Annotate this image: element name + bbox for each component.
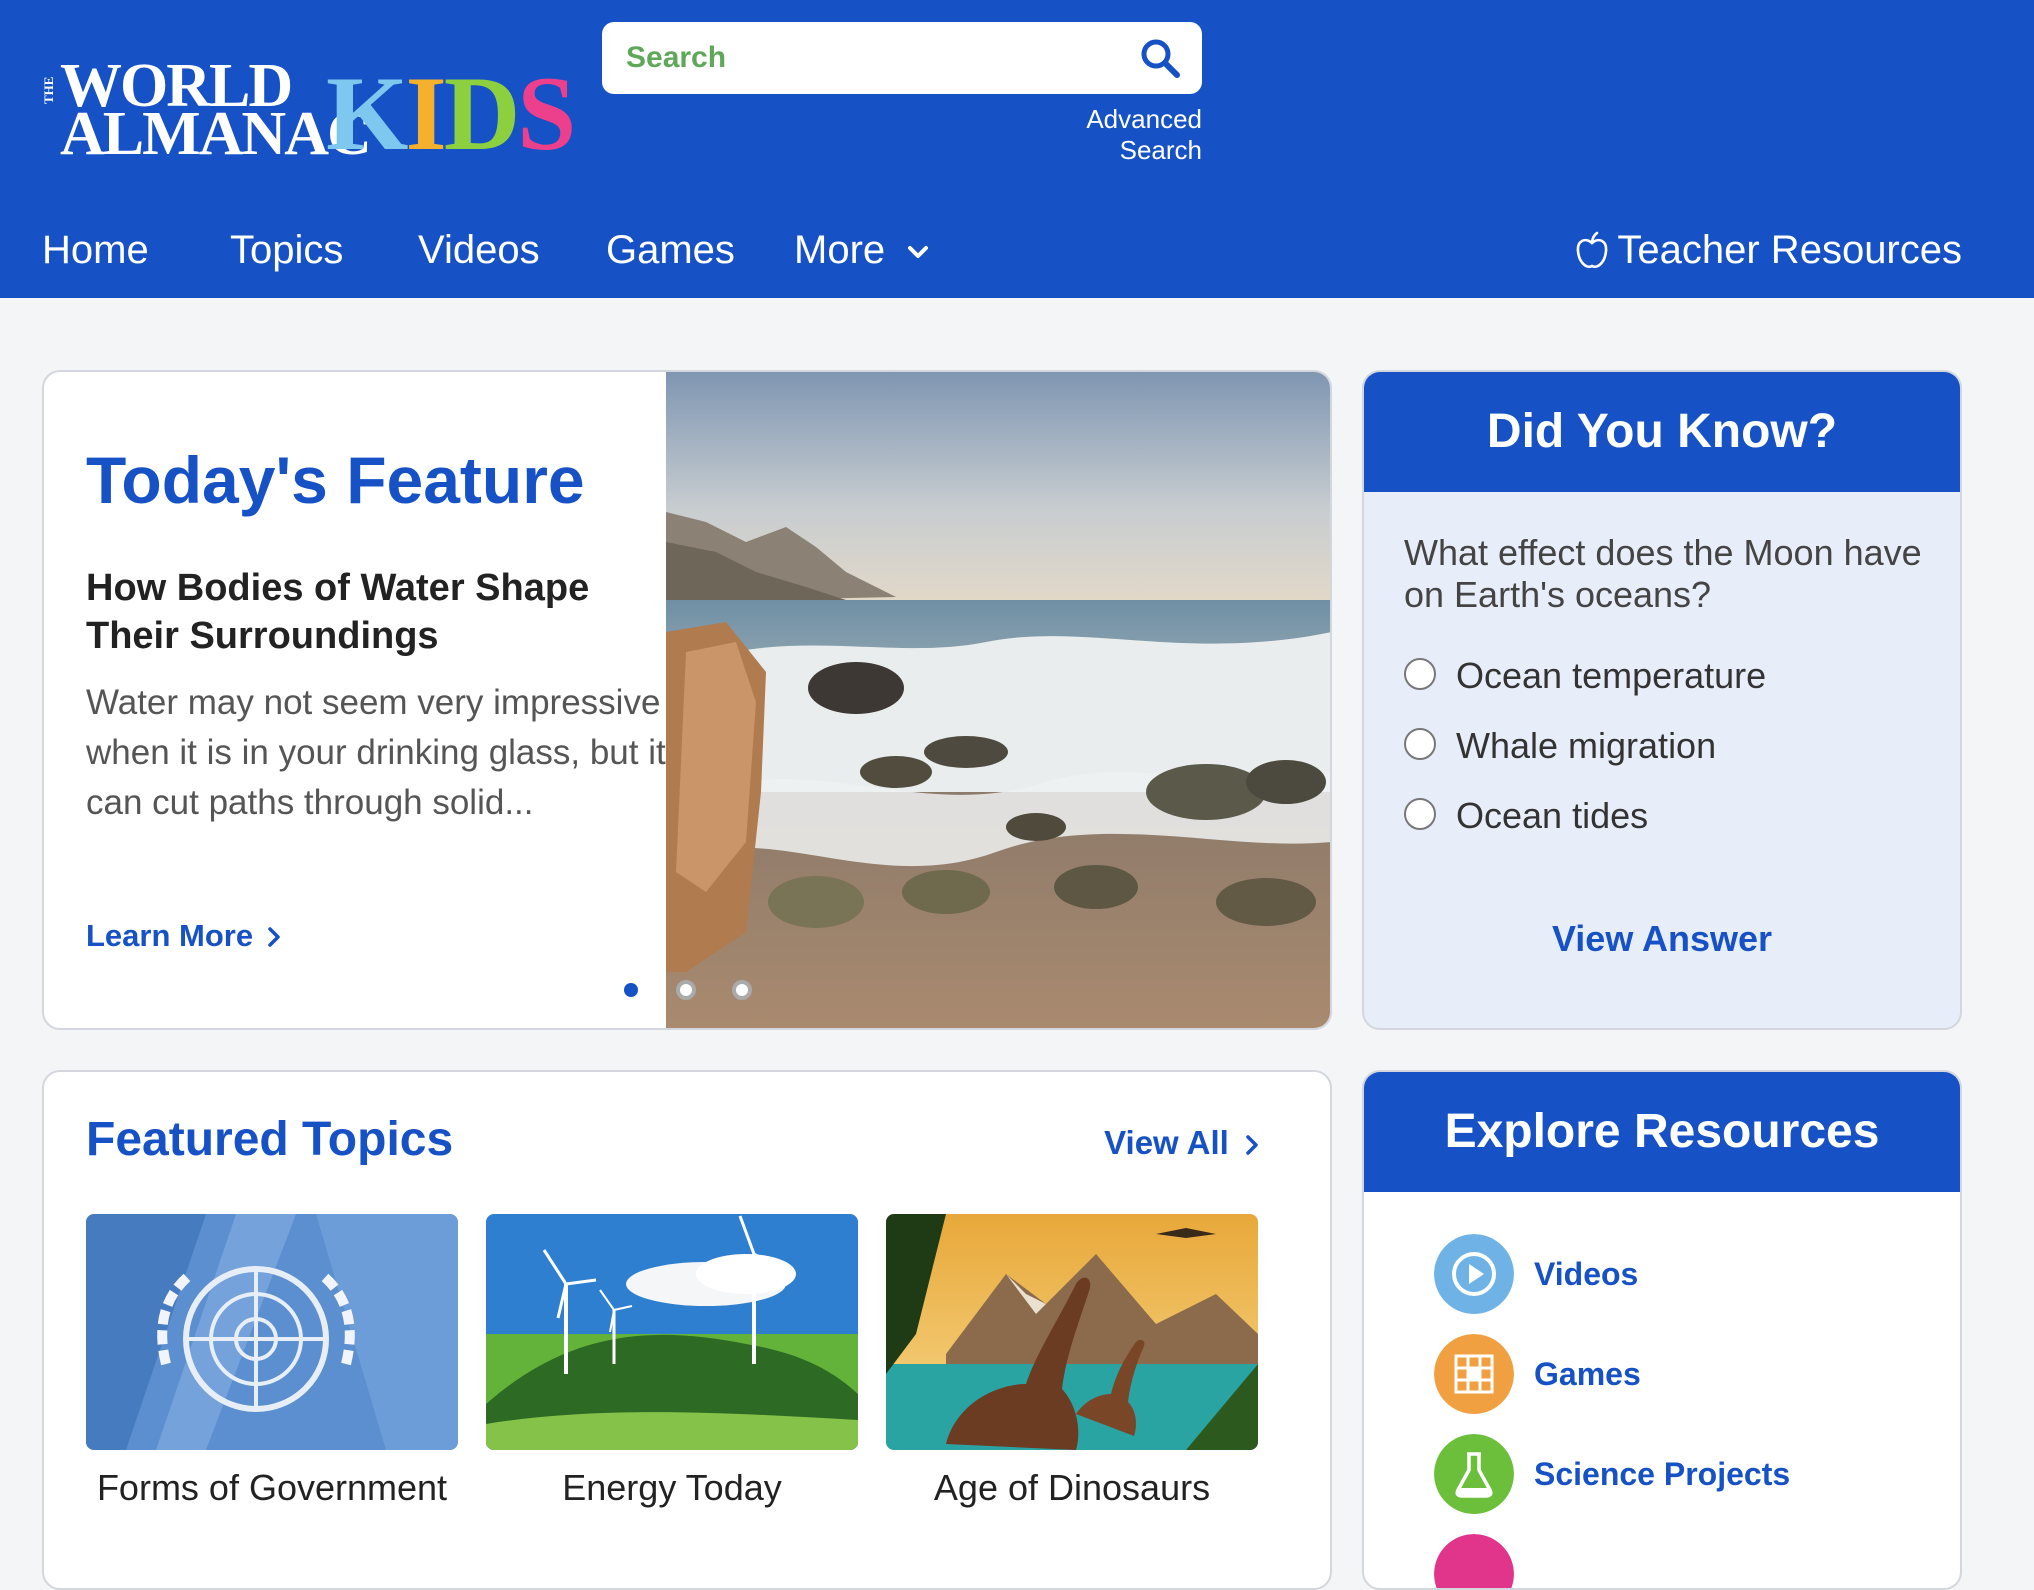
topic-card[interactable]: Age of Dinosaurs: [886, 1214, 1258, 1510]
topic-thumbnail: [86, 1214, 458, 1450]
teacher-resources-link[interactable]: Teacher Resources: [1575, 222, 1962, 278]
logo-almanac: ALMANAC: [60, 100, 372, 168]
did-you-know-title: Did You Know?: [1364, 372, 1960, 492]
learn-more-label: Learn More: [86, 918, 254, 953]
topic-label: Energy Today: [562, 1467, 782, 1508]
did-you-know-card: Did You Know? What effect does the Moon …: [1362, 370, 1962, 1030]
advanced-search-link[interactable]: Advanced Search: [1000, 104, 1202, 166]
chevron-down-icon: [908, 246, 929, 259]
search-icon[interactable]: [1138, 36, 1182, 80]
resource-games[interactable]: Games: [1434, 1334, 1894, 1414]
resource-label: Science Projects: [1534, 1456, 1791, 1492]
teacher-resources-label: Teacher Resources: [1617, 228, 1962, 272]
view-all-label: View All: [1104, 1124, 1229, 1161]
view-all-link[interactable]: View All: [1104, 1124, 1260, 1162]
logo-kids-letter: S: [517, 55, 576, 172]
nav-games[interactable]: Games: [606, 222, 735, 278]
explore-resources-title: Explore Resources: [1364, 1072, 1960, 1192]
topic-card[interactable]: Forms of Government: [86, 1214, 458, 1510]
feature-headline[interactable]: How Bodies of Water Shape Their Surround…: [86, 564, 646, 660]
radio-button[interactable]: [1404, 728, 1436, 760]
radio-button[interactable]: [1404, 658, 1436, 690]
topic-thumbnail: [486, 1214, 858, 1450]
topic-label: Age of Dinosaurs: [933, 1467, 1211, 1508]
resource-videos[interactable]: Videos: [1434, 1234, 1894, 1314]
resource-label: Videos: [1534, 1256, 1639, 1292]
logo-wordmark: WORLD ALMANAC: [60, 55, 372, 168]
nav-home[interactable]: Home: [42, 222, 149, 278]
un-flag-image: [86, 1214, 458, 1450]
topic-label: Forms of Government: [96, 1467, 448, 1508]
todays-feature-card: Today's Feature How Bodies of Water Shap…: [42, 370, 1332, 1030]
radio-button[interactable]: [1404, 798, 1436, 830]
feature-description: Water may not seem very impressive when …: [86, 683, 666, 822]
quiz-option-label: Ocean temperature: [1456, 655, 1767, 696]
logo-kids-letter: K: [326, 55, 408, 172]
flask-icon: [1434, 1434, 1514, 1514]
apple-icon: [1577, 231, 1608, 269]
feature-image-beach[interactable]: [666, 372, 1332, 1028]
search-input[interactable]: [626, 36, 1106, 80]
logo-kids: KIDS: [326, 61, 576, 167]
site-header: THE WORLD ALMANAC KIDS Advanced Search H…: [0, 0, 2034, 298]
search-bar: [602, 22, 1202, 94]
resource-label: Games: [1534, 1356, 1641, 1392]
quiz-question: What effect does the Moon have on Earth'…: [1404, 532, 1922, 615]
featured-topics-title: Featured Topics: [86, 1113, 454, 1166]
wind-turbines-image: [486, 1214, 858, 1450]
world-almanac-kids-logo[interactable]: THE WORLD ALMANAC KIDS: [41, 55, 576, 168]
topic-thumbnail: [886, 1214, 1258, 1450]
logo-the: THE: [41, 76, 56, 104]
chevron-right-icon: [1246, 1135, 1258, 1155]
logo-kids-letter: I: [405, 55, 446, 172]
chevron-right-icon: [267, 927, 280, 947]
nav-more[interactable]: More: [794, 222, 930, 278]
nav-videos[interactable]: Videos: [418, 222, 540, 278]
resource-science-projects[interactable]: Science Projects: [1434, 1434, 1894, 1514]
more-icon: [1434, 1534, 1514, 1588]
feature-title: Today's Feature: [86, 443, 585, 517]
topic-card[interactable]: Energy Today: [486, 1214, 858, 1510]
featured-topics-card: Featured Topics View All Forms of Govern…: [42, 1070, 1332, 1590]
view-answer-button[interactable]: View Answer: [1364, 918, 1960, 960]
play-icon: [1434, 1234, 1514, 1314]
resource-more[interactable]: [1434, 1534, 1894, 1588]
carousel-dot-2[interactable]: [676, 980, 696, 1000]
puzzle-grid-icon: [1434, 1334, 1514, 1414]
main-nav: Home Topics Videos Games More Teacher Re…: [0, 222, 2034, 282]
carousel-dot-3[interactable]: [732, 980, 752, 1000]
quiz-option-label: Ocean tides: [1456, 795, 1649, 836]
nav-topics[interactable]: Topics: [230, 222, 343, 278]
dinosaurs-image: [886, 1214, 1258, 1450]
carousel-dot-1[interactable]: [624, 983, 638, 997]
learn-more-link[interactable]: Learn More: [86, 918, 282, 954]
quiz-option-label: Whale migration: [1456, 725, 1717, 766]
explore-resources-card: Explore Resources Videos Games Science P…: [1362, 1070, 1962, 1590]
nav-more-label: More: [794, 228, 886, 272]
logo-kids-letter: D: [443, 55, 521, 172]
